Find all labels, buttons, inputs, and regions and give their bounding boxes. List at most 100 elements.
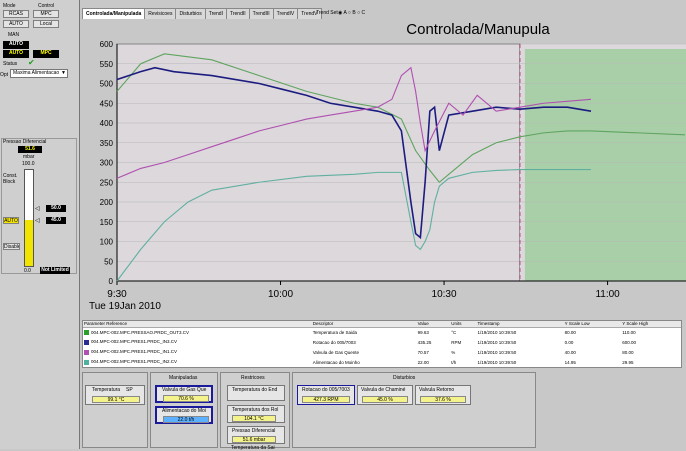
- auto-small-button[interactable]: AUTO: [3, 217, 19, 224]
- res1-label: Temperatura do End: [232, 387, 278, 393]
- param-desc: Temperatura de Saida: [312, 329, 358, 335]
- manip2-label: Alimentacao do Moi: [162, 408, 206, 414]
- dist2-card[interactable]: Valvula de Chaminé 45.0 %: [357, 385, 413, 405]
- mode-rcas-button[interactable]: RCAS: [3, 10, 29, 18]
- control-mpc-button[interactable]: MPC: [33, 10, 59, 18]
- param-value: 99.63: [417, 329, 429, 335]
- pressao-label: Pressao Diferencial: [3, 139, 47, 145]
- table-row[interactable]: 004.MPC-002.MPC.PRESSAO.PRDC_OUT3.CV Temp…: [83, 327, 681, 337]
- param-units: °C: [451, 329, 457, 335]
- dist3-card[interactable]: Valvula Retorno 37.6 %: [415, 385, 471, 405]
- param-timestamp: 1/19/2010 10:39:50: [477, 329, 517, 335]
- res2-value: 104.1 °C: [232, 415, 276, 422]
- manip1-card[interactable]: Valvula de Gas Que 70.6 %: [155, 385, 213, 403]
- control-local-button[interactable]: Local: [33, 20, 59, 28]
- tab-trend-4[interactable]: TrendIV: [272, 8, 299, 19]
- table-row[interactable]: 004.MPC-002.MPC.PRES1.PRDC_IN3.CV Rotacao…: [83, 337, 681, 347]
- param-ref: 004.MPC-002.MPC.PRES1.PRDC_IN1.CV: [83, 347, 312, 357]
- trend-tabs: Controlada/Manipulada Revisicoes Disturbio…: [82, 8, 682, 19]
- param-ref-text: 004.MPC-002.MPC.PRES1.PRDC_IN2.CV: [91, 359, 178, 365]
- check-icon: ✔: [28, 58, 35, 67]
- controlada-card[interactable]: Temperatura SP 99.1 °C: [85, 385, 145, 405]
- y-tick-label: 400: [100, 119, 114, 128]
- param-units: t/h: [451, 359, 457, 365]
- dist3-label: Valvula Retorno: [419, 387, 455, 393]
- trend-chart: Controlada/Manupula 0 50 100 150 200 250 300 35…: [80, 19, 686, 323]
- dist2-value: 45.0 %: [362, 396, 408, 403]
- manip2-card[interactable]: Alimentacao do Moi 22.0 t/h: [155, 406, 213, 424]
- param-timestamp: 1/19/2010 10:39:50: [477, 339, 517, 345]
- param-y-low: 0.00: [564, 339, 574, 345]
- res4-label: Temperatura da Sai: [231, 445, 275, 451]
- trend-set-c: C: [361, 10, 366, 16]
- param-y-high: 80.00: [622, 349, 634, 355]
- controlada-label: Temperatura: [92, 387, 121, 393]
- param-value: 70.57: [417, 349, 429, 355]
- trend-set-radio[interactable]: ◉ A ○ B ○ C: [338, 10, 365, 16]
- res3-label: Pressao Diferencial: [232, 428, 276, 434]
- dist1-card[interactable]: Rotacao do 005/7003 427.3 RPM: [297, 385, 355, 405]
- scale-bottom: 0.0: [24, 268, 31, 274]
- dist3-value: 37.6 %: [420, 396, 466, 403]
- man-label: MAN: [8, 32, 20, 38]
- y-tick-label: 0: [109, 277, 114, 286]
- x-tick-label: 9:30: [107, 289, 127, 300]
- manipuladas-panel: Manipuladas Valvula de Gas Que 70.6 % Al…: [150, 372, 218, 448]
- param-ref: 004.MPC-002.MPC.PRES1.PRDC_IN2.CV: [83, 357, 312, 367]
- mode-auto-button[interactable]: AUTO: [3, 20, 29, 28]
- sp-low-value: 45.0: [46, 217, 66, 224]
- pressao-bar: [24, 169, 34, 267]
- disable-button[interactable]: Disable: [3, 243, 20, 250]
- tab-controlada[interactable]: Controlada/Manipulada: [82, 8, 146, 19]
- mpc-active-status: MPC: [33, 50, 59, 58]
- const-block-label: Const. Block: [3, 173, 18, 185]
- res2-label: Temperatura dos Rol: [232, 407, 279, 413]
- chart-title: Controlada/Manupula: [406, 21, 550, 38]
- mode-label: Mode: [3, 3, 16, 9]
- res1-card[interactable]: Temperatura do End: [227, 385, 285, 401]
- trend-set-a: A: [343, 10, 347, 16]
- disturbios-panel: Disturbios Rotacao do 005/7003 427.3 RPM…: [292, 372, 536, 448]
- param-timestamp: 1/19/2010 10:39:50: [477, 349, 517, 355]
- sp-low-arrow-icon: ◁: [35, 218, 40, 224]
- tab-trend-3[interactable]: TrendIII: [248, 8, 274, 19]
- controlada-value: 99.1 °C: [92, 396, 140, 403]
- scale-top: 100.0: [22, 161, 35, 167]
- y-tick-label: 300: [100, 159, 114, 168]
- controlada-sp-label: SP: [126, 387, 133, 393]
- trend-set-b: B: [352, 10, 356, 16]
- table-row[interactable]: 004.MPC-002.MPC.PRES1.PRDC_IN2.CV Aliment…: [83, 357, 681, 367]
- pressao-value: 51.6: [18, 146, 42, 153]
- param-y-high: 110.00: [622, 329, 636, 335]
- pressao-bar-fill: [25, 219, 33, 266]
- tab-trend-2[interactable]: TrendII: [225, 8, 250, 19]
- res3-value: 51.6 mbar: [232, 436, 276, 443]
- param-y-high: 600.00: [622, 339, 636, 345]
- param-value: 435.25: [417, 339, 432, 345]
- tab-revisicoes[interactable]: Revisicoes: [144, 8, 177, 19]
- status-label: Status: [3, 61, 18, 67]
- table-row[interactable]: 004.MPC-002.MPC.PRES1.PRDC_IN1.CV Valvula…: [83, 347, 681, 357]
- param-ref: 004.MPC-002.MPC.PRES1.PRDC_IN3.CV: [83, 337, 312, 347]
- param-ref-text: 004.MPC-002.MPC.PRES1.PRDC_IN3.CV: [91, 339, 178, 345]
- res2-card[interactable]: Temperatura dos Rol 104.1 °C: [227, 405, 285, 423]
- series-swatch: [84, 349, 89, 355]
- dist2-label: Valvula de Chaminé: [361, 387, 406, 393]
- auto-active-status: AUTO: [3, 50, 29, 58]
- y-tick-label: 350: [100, 139, 114, 148]
- param-ref: 004.MPC-002.MPC.PRESSAO.PRDC_OUT3.CV: [83, 327, 312, 337]
- controladas-panel: Temperatura SP 99.1 °C: [82, 372, 148, 448]
- x-tick-label: 11:00: [595, 289, 620, 300]
- param-y-low: 80.00: [564, 329, 576, 335]
- optimization-value: Maxima Alimentacao: [13, 70, 60, 76]
- tab-disturbios[interactable]: Disturbios: [175, 8, 206, 19]
- optimization-select[interactable]: Maxima Alimentacao ▼: [10, 69, 68, 78]
- tab-trend-1[interactable]: TrendI: [204, 8, 227, 19]
- res3-card[interactable]: Pressao Diferencial 51.6 mbar: [227, 426, 285, 444]
- left-control-panel: Mode Control RCAS MPC AUTO Local MAN AUT…: [0, 0, 80, 449]
- series-swatch: [84, 359, 89, 365]
- parameter-table: Parameter Reference Descriptor Value Uni…: [82, 320, 682, 368]
- param-y-high: 29.95: [622, 359, 634, 365]
- restricoes-title: Restricoes: [241, 375, 265, 381]
- x-tick-label: 10:00: [268, 289, 293, 300]
